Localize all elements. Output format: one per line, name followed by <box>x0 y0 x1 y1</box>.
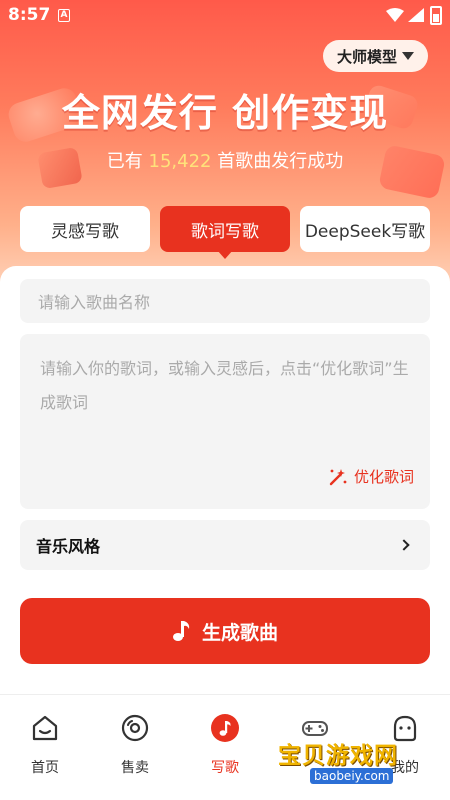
nav-write-song[interactable]: 写歌 <box>185 713 265 777</box>
nav-sell[interactable]: 售卖 <box>95 713 175 777</box>
mode-tabs: 灵感写歌 歌词写歌 DeepSeek写歌 <box>20 206 430 259</box>
wifi-icon <box>386 8 404 22</box>
music-note-icon <box>172 621 190 641</box>
caret-down-icon <box>402 52 414 60</box>
hero-subtitle: 已有 15,422 首歌曲发行成功 <box>0 147 450 173</box>
disc-icon <box>121 714 149 742</box>
watermark: 宝贝游戏网 baobeiy.com <box>272 702 442 792</box>
watermark-url: baobeiy.com <box>310 768 394 784</box>
hero-title: 全网发行 创作变现 <box>61 91 389 135</box>
magic-wand-icon <box>329 468 347 485</box>
generate-song-button[interactable]: 生成歌曲 <box>20 598 430 664</box>
watermark-text: 宝贝游戏网 <box>278 743 398 769</box>
notification-icon: A <box>58 9 70 22</box>
nav-sell-label: 售卖 <box>121 760 149 776</box>
tab-lyrics[interactable]: 歌词写歌 <box>160 206 290 252</box>
status-bar: 8:57 A <box>0 0 450 32</box>
song-name-input[interactable]: 请输入歌曲名称 <box>20 279 430 323</box>
music-note-icon <box>211 714 239 742</box>
optimize-lyrics-button[interactable]: 优化歌词 <box>328 466 414 487</box>
subtitle-suffix: 首歌曲发行成功 <box>211 151 344 172</box>
battery-icon <box>430 6 442 25</box>
nav-home[interactable]: 首页 <box>5 713 85 777</box>
generate-song-label: 生成歌曲 <box>201 621 278 644</box>
status-time: 8:57 <box>8 5 51 25</box>
nav-home-label: 首页 <box>31 760 59 776</box>
subtitle-prefix: 已有 <box>106 151 149 172</box>
nav-write-song-label: 写歌 <box>211 760 239 776</box>
music-style-row[interactable]: 音乐风格 <box>20 520 430 570</box>
tab-inspiration[interactable]: 灵感写歌 <box>20 206 150 252</box>
chevron-right-icon <box>398 539 410 551</box>
signal-icon <box>408 8 424 22</box>
tab-deepseek[interactable]: DeepSeek写歌 <box>300 206 430 252</box>
model-select-button[interactable]: 大师模型 <box>322 40 428 72</box>
song-name-placeholder: 请输入歌曲名称 <box>38 293 151 312</box>
lyrics-placeholder: 请输入你的歌词，或输入灵感后，点击“优化歌词”生成歌词 <box>40 359 409 412</box>
model-select-label: 大师模型 <box>336 47 397 66</box>
home-icon <box>32 715 58 741</box>
optimize-lyrics-label: 优化歌词 <box>353 468 414 486</box>
active-tab-pointer <box>217 250 233 259</box>
song-count: 15,422 <box>148 151 212 172</box>
music-style-label: 音乐风格 <box>36 537 101 556</box>
